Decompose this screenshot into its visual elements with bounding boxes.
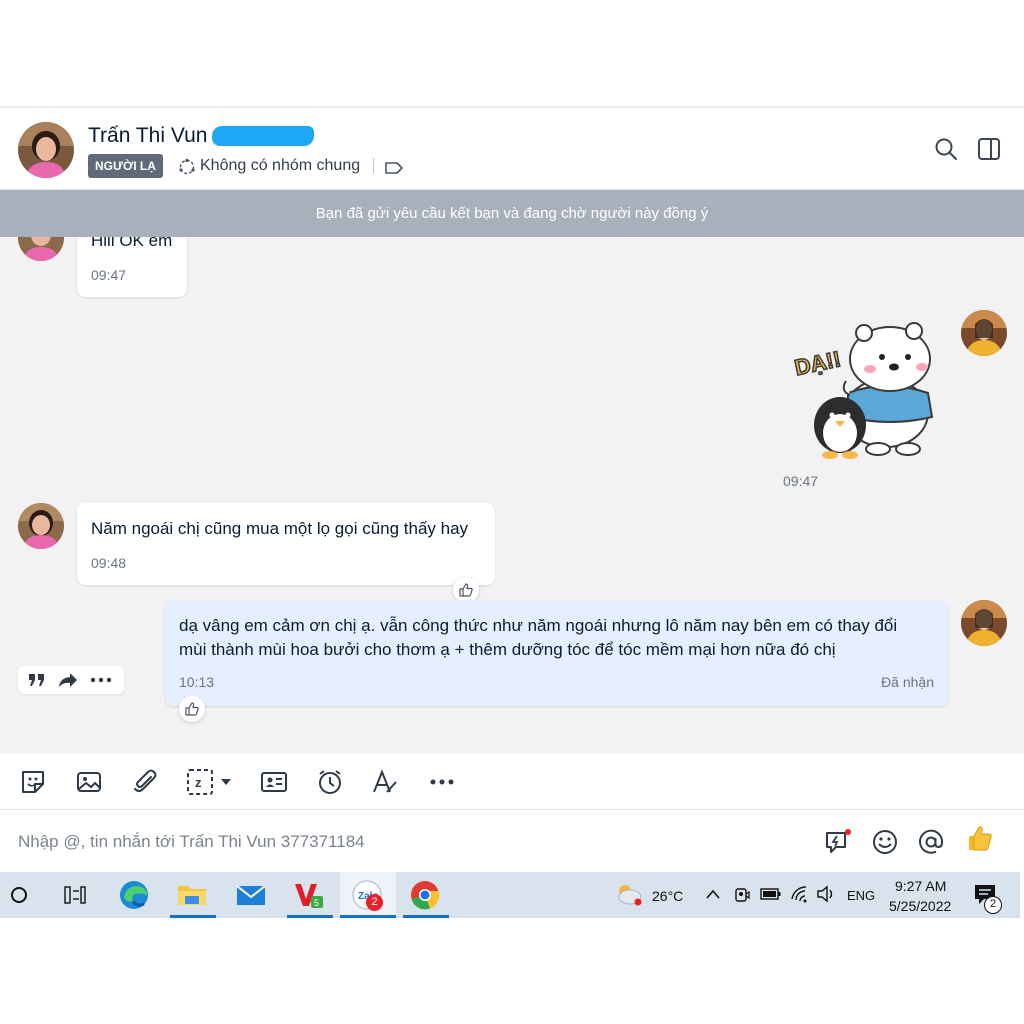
message-list[interactable]: Hiii OK em 09:47 DẠ!! 09:47 Năm ngoái ch… [0,237,1024,754]
common-groups-status[interactable]: Không có nhóm chung [200,157,360,175]
vn-app-icon[interactable]: 5 [292,878,326,912]
message-text: dạ vâng em cảm ơn chị ạ. vẫn công thức n… [179,616,898,659]
message-text: Hiii OK em [91,237,173,250]
search-icon[interactable] [933,136,959,162]
zalo-unread-badge: 2 [366,894,383,911]
emoji-icon[interactable] [871,828,899,856]
friend-request-banner: Bạn đã gửi yêu cầu kết bạn và đang chờ n… [0,190,1024,237]
group-icon [179,158,195,175]
image-icon[interactable] [75,768,103,796]
redacted-name-mark [212,126,314,146]
sticker-icon[interactable] [19,768,47,796]
active-app-indicator [340,915,396,918]
contact-avatar-small[interactable] [18,237,64,261]
windows-taskbar: 5 Zalo 2 26°C ENG 9:27 AM 5/25/2022 2 [0,872,1020,918]
message-time: 09:48 [91,555,127,571]
file-explorer-icon[interactable] [175,878,209,912]
volume-icon[interactable] [816,885,836,903]
composer-toolbar: z [0,754,1024,810]
contact-avatar[interactable] [18,122,74,178]
screen: Trấn Thi Vun NGƯỜI LẠ Không có nhóm chun… [0,0,1024,1024]
chevron-up-icon[interactable] [706,889,720,899]
contact-avatar-small[interactable] [18,503,64,549]
input-language[interactable]: ENG [847,888,875,903]
message-time: 09:47 [91,267,127,283]
mention-icon[interactable] [917,828,945,856]
more-options-icon[interactable] [428,768,456,796]
message-composer [0,810,1024,872]
reminder-clock-icon[interactable] [316,768,344,796]
my-avatar[interactable] [961,600,1007,646]
header-divider [373,158,374,174]
contact-name[interactable]: Trấn Thi Vun [88,124,207,148]
message-bubble-mine[interactable]: dạ vâng em cảm ơn chị ạ. vẫn công thức n… [165,600,948,706]
tag-icon[interactable] [384,160,404,176]
my-avatar[interactable] [961,310,1007,356]
sticker-text: DẠ!! [792,346,843,380]
sidebar-toggle-icon[interactable] [976,136,1002,162]
chrome-icon[interactable] [408,878,442,912]
message-input[interactable] [18,828,798,856]
search-circle-icon[interactable] [10,886,28,904]
edge-browser-icon[interactable] [117,878,151,912]
wifi-icon[interactable] [790,885,808,903]
svg-text:5: 5 [314,898,319,908]
delivery-status: Đã nhận [881,674,934,690]
attachment-icon[interactable] [131,768,159,796]
notification-count-badge: 2 [984,896,1002,914]
message-text: Năm ngoái chị cũng mua một lọ gọi cũng t… [91,519,469,538]
message-bubble[interactable]: Hiii OK em 09:47 [77,237,187,297]
clock-date[interactable]: 5/25/2022 [889,898,951,914]
forward-icon[interactable] [58,672,78,688]
svg-text:z: z [195,775,202,790]
active-app-indicator [170,915,216,918]
bear-penguin-sticker[interactable]: DẠ!! [786,321,942,461]
zalo-app-button[interactable]: Zalo 2 [340,872,396,918]
message-bubble[interactable]: Năm ngoái chị cũng mua một lọ gọi cũng t… [77,503,495,585]
screenshot-icon[interactable]: z [186,768,214,796]
weather-icon[interactable] [614,882,644,908]
task-view-icon[interactable] [64,885,86,905]
stranger-badge: NGƯỜI LẠ [88,154,163,178]
quote-icon[interactable] [28,673,46,687]
text-format-icon[interactable] [371,768,399,796]
thumbs-up-icon [459,583,473,597]
meet-now-icon[interactable] [734,886,750,904]
message-actions-bar [18,666,124,694]
battery-icon[interactable] [760,887,782,901]
quick-message-icon[interactable] [824,828,852,856]
thumbs-up-icon [185,702,199,716]
chat-header: Trấn Thi Vun NGƯỜI LẠ Không có nhóm chun… [0,106,1024,190]
thumbs-up-send-icon[interactable] [966,824,994,852]
mail-icon[interactable] [234,878,268,912]
message-time: 10:13 [179,674,215,690]
message-time: 09:47 [783,473,819,489]
contact-card-icon[interactable] [260,768,288,796]
active-app-indicator [287,915,333,918]
weather-temperature[interactable]: 26°C [652,888,683,904]
like-reaction-button[interactable] [179,696,205,722]
more-icon[interactable] [90,677,112,683]
active-app-indicator [403,915,449,918]
clock-time[interactable]: 9:27 AM [895,878,946,894]
chevron-down-icon[interactable] [220,778,232,786]
